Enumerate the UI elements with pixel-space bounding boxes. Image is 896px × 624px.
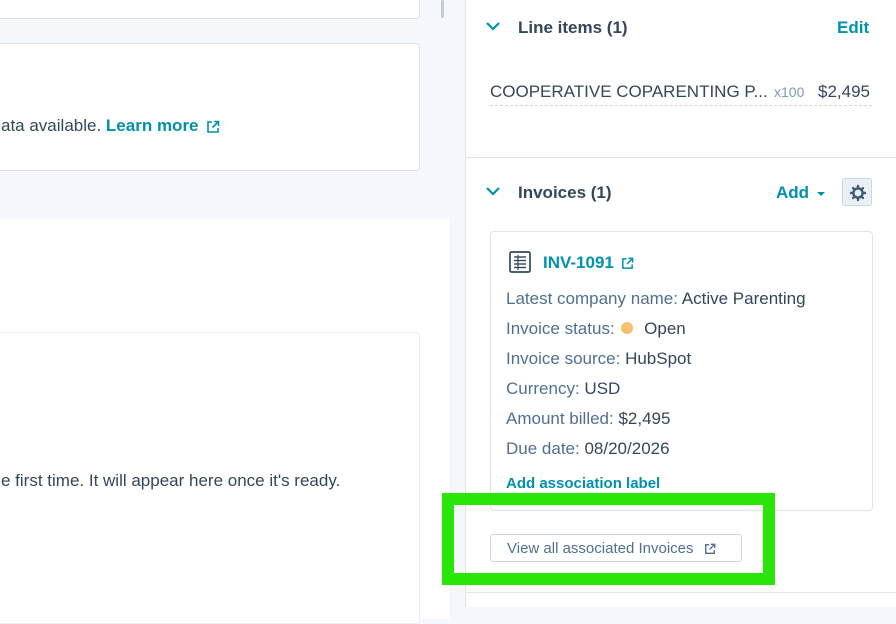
processing-card: e first time. It will appear here once i… bbox=[0, 332, 420, 624]
add-invoice-label: Add bbox=[776, 183, 810, 202]
status-dot-icon bbox=[621, 322, 634, 335]
section-divider bbox=[466, 592, 896, 593]
property-label: Amount billed: bbox=[506, 409, 614, 428]
invoice-id-link[interactable]: INV-1091 bbox=[543, 253, 614, 272]
invoice-properties: Latest company name: Active Parenting In… bbox=[506, 284, 806, 464]
property-label: Invoice status: bbox=[506, 319, 615, 338]
empty-state-text: ata available. bbox=[1, 116, 102, 135]
amount-billed-property: Amount billed: $2,495 bbox=[506, 404, 806, 434]
caret-down-icon bbox=[816, 191, 825, 196]
highlight-box bbox=[442, 493, 775, 585]
chevron-down-icon[interactable] bbox=[485, 20, 501, 32]
invoice-document-icon bbox=[509, 251, 531, 273]
property-value: 08/20/2026 bbox=[584, 439, 670, 458]
gear-icon bbox=[849, 184, 867, 202]
invoices-title[interactable]: Invoices (1) bbox=[518, 183, 612, 203]
empty-state-card: ata available. Learn more bbox=[0, 43, 420, 171]
line-items-title[interactable]: Line items (1) bbox=[518, 18, 628, 38]
property-value: Active Parenting bbox=[681, 289, 806, 308]
chevron-down-icon[interactable] bbox=[485, 185, 501, 197]
property-label: Due date: bbox=[506, 439, 580, 458]
line-item-name: COOPERATIVE COPARENTING P... bbox=[490, 82, 768, 101]
property-label: Currency: bbox=[506, 379, 580, 398]
line-item-price: $2,495 bbox=[818, 82, 870, 101]
invoice-source-property: Invoice source: HubSpot bbox=[506, 344, 806, 374]
due-date-property: Due date: 08/20/2026 bbox=[506, 434, 806, 464]
empty-state-message: ata available. Learn more bbox=[1, 116, 220, 136]
property-label: Latest company name: bbox=[506, 289, 678, 308]
processing-message: e first time. It will appear here once i… bbox=[1, 471, 341, 490]
add-association-label-link[interactable]: Add association label bbox=[506, 475, 660, 492]
line-item-row[interactable]: COOPERATIVE COPARENTING P... x100 $2,495 bbox=[490, 82, 872, 106]
line-item-quantity: x100 bbox=[774, 84, 805, 100]
property-value: Open bbox=[644, 319, 686, 338]
scrollbar-thumb[interactable] bbox=[441, 0, 444, 18]
invoice-settings-button[interactable] bbox=[842, 178, 872, 206]
property-label: Invoice source: bbox=[506, 349, 621, 368]
section-divider bbox=[466, 157, 896, 158]
property-value: $2,495 bbox=[618, 409, 671, 428]
external-link-icon[interactable] bbox=[206, 120, 220, 134]
currency-property: Currency: USD bbox=[506, 374, 806, 404]
invoice-card: INV-1091 Latest company name: Active Par… bbox=[490, 231, 873, 511]
company-name-property: Latest company name: Active Parenting bbox=[506, 284, 806, 314]
invoice-status-property: Invoice status: Open bbox=[506, 314, 806, 344]
invoice-id-row: INV-1091 bbox=[543, 253, 634, 273]
learn-more-link[interactable]: Learn more bbox=[106, 116, 199, 135]
add-invoice-dropdown[interactable]: Add bbox=[776, 183, 826, 203]
top-card bbox=[0, 0, 420, 19]
external-link-icon[interactable] bbox=[621, 257, 634, 270]
property-value: HubSpot bbox=[625, 349, 692, 368]
edit-line-items-link[interactable]: Edit bbox=[837, 18, 869, 38]
property-value: USD bbox=[584, 379, 621, 398]
